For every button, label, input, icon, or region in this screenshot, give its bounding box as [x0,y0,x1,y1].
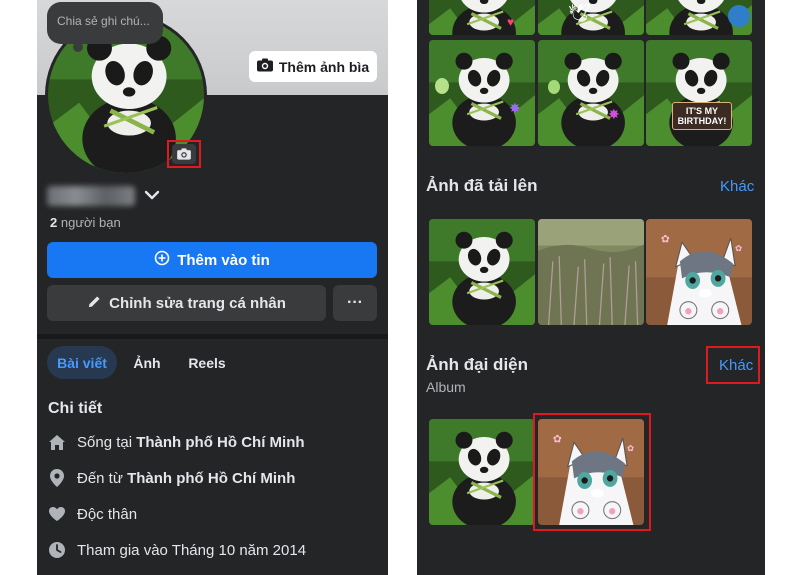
friends-label: người bạn [60,215,121,230]
tab-photos[interactable]: Ảnh [125,346,169,379]
photo-thumbnail[interactable]: ✸ [429,40,535,146]
photos-panel: ♥ 🕊 ✸ ✸ IT'S MY BIRTHDAY! Ảnh đã tải lên… [417,0,765,575]
location-pin-icon [48,469,66,487]
profile-panel: Thêm ảnh bìa Chia sẻ ghi chú... 2 người … [37,0,388,575]
clock-icon [48,541,66,559]
section-divider [37,334,388,339]
profile-pictures-title: Ảnh đại diện [426,355,528,374]
balloon-sticker-icon [548,80,560,94]
see-more-highlight [706,346,760,384]
star-sticker-icon: ✸ [608,106,620,122]
photo-thumbnail[interactable]: ♥ [429,0,535,35]
tab-posts-label: Bài viết [57,354,107,371]
friends-count[interactable]: 2 người bạn [50,215,121,230]
detail-lives-in-value: Thành phố Hồ Chí Minh [136,433,305,451]
add-cover-photo-button[interactable]: Thêm ảnh bìa [249,51,377,82]
camera-icon [256,58,273,75]
detail-from-value: Thành phố Hồ Chí Minh [127,469,296,487]
star-sticker-icon: ✸ [509,100,521,116]
photo-thumbnail[interactable] [429,419,535,525]
more-options-button[interactable]: ··· [333,285,377,321]
birthday-sticker: IT'S MY BIRTHDAY! [672,102,732,130]
tab-reels-label: Reels [188,354,226,371]
change-avatar-button[interactable] [167,140,201,168]
tab-photos-label: Ảnh [133,354,161,371]
edit-profile-label: Chỉnh sửa trang cá nhân [109,294,286,312]
detail-joined: Tham gia vào Tháng 10 năm 2014 [48,539,306,561]
uploaded-see-more-link[interactable]: Khác [720,178,754,195]
add-to-story-button[interactable]: Thêm vào tin [47,242,377,278]
uploaded-photos-title: Ảnh đã tải lên [426,176,538,195]
home-icon [48,433,66,451]
tab-reels[interactable]: Reels [179,346,235,379]
photo-thumbnail[interactable] [646,219,752,325]
photo-thumbnail[interactable]: ✸ [538,40,644,146]
more-options-label: ··· [347,294,363,311]
tab-posts[interactable]: Bài viết [47,346,117,379]
details-title: Chi tiết [48,400,103,417]
detail-lives-in-prefix: Sống tại [77,433,137,451]
detail-relationship: Độc thân [48,503,137,525]
detail-lives-in: Sống tại Thành phố Hồ Chí Minh [48,431,305,453]
globe-sticker-icon [728,5,750,27]
detail-relationship-text: Độc thân [77,505,138,523]
profile-name-blurred [47,186,135,206]
pencil-icon [87,294,102,313]
add-cover-photo-label: Thêm ảnh bìa [278,58,370,75]
dove-sticker-icon: 🕊 [568,3,591,23]
note-bubble[interactable]: Chia sẻ ghi chú... [47,2,163,44]
friends-number: 2 [50,215,58,230]
heart-icon [48,505,66,523]
note-bubble-tail [73,42,83,52]
heart-sticker-icon: ♥ [507,15,515,29]
add-to-story-label: Thêm vào tin [177,251,270,269]
edit-profile-button[interactable]: Chỉnh sửa trang cá nhân [47,285,326,321]
photo-thumbnail[interactable]: IT'S MY BIRTHDAY! [646,40,752,146]
camera-icon [172,144,196,164]
detail-joined-text: Tham gia vào Tháng 10 năm 2014 [77,541,307,559]
note-placeholder: Chia sẻ ghi chú... [57,14,150,28]
chevron-down-icon[interactable] [143,186,161,204]
photo-thumbnail[interactable]: 🕊 [538,0,644,35]
detail-from: Đến từ Thành phố Hồ Chí Minh [48,467,295,489]
photo-thumbnail[interactable] [646,0,752,35]
detail-from-prefix: Đến từ [77,469,128,487]
photo-thumbnail[interactable] [429,219,535,325]
photo-thumbnail[interactable] [538,219,644,325]
album-subtitle: Album [426,379,466,395]
balloon-sticker-icon [435,78,449,94]
selected-photo-highlight [533,413,651,531]
add-circle-icon [154,250,170,270]
